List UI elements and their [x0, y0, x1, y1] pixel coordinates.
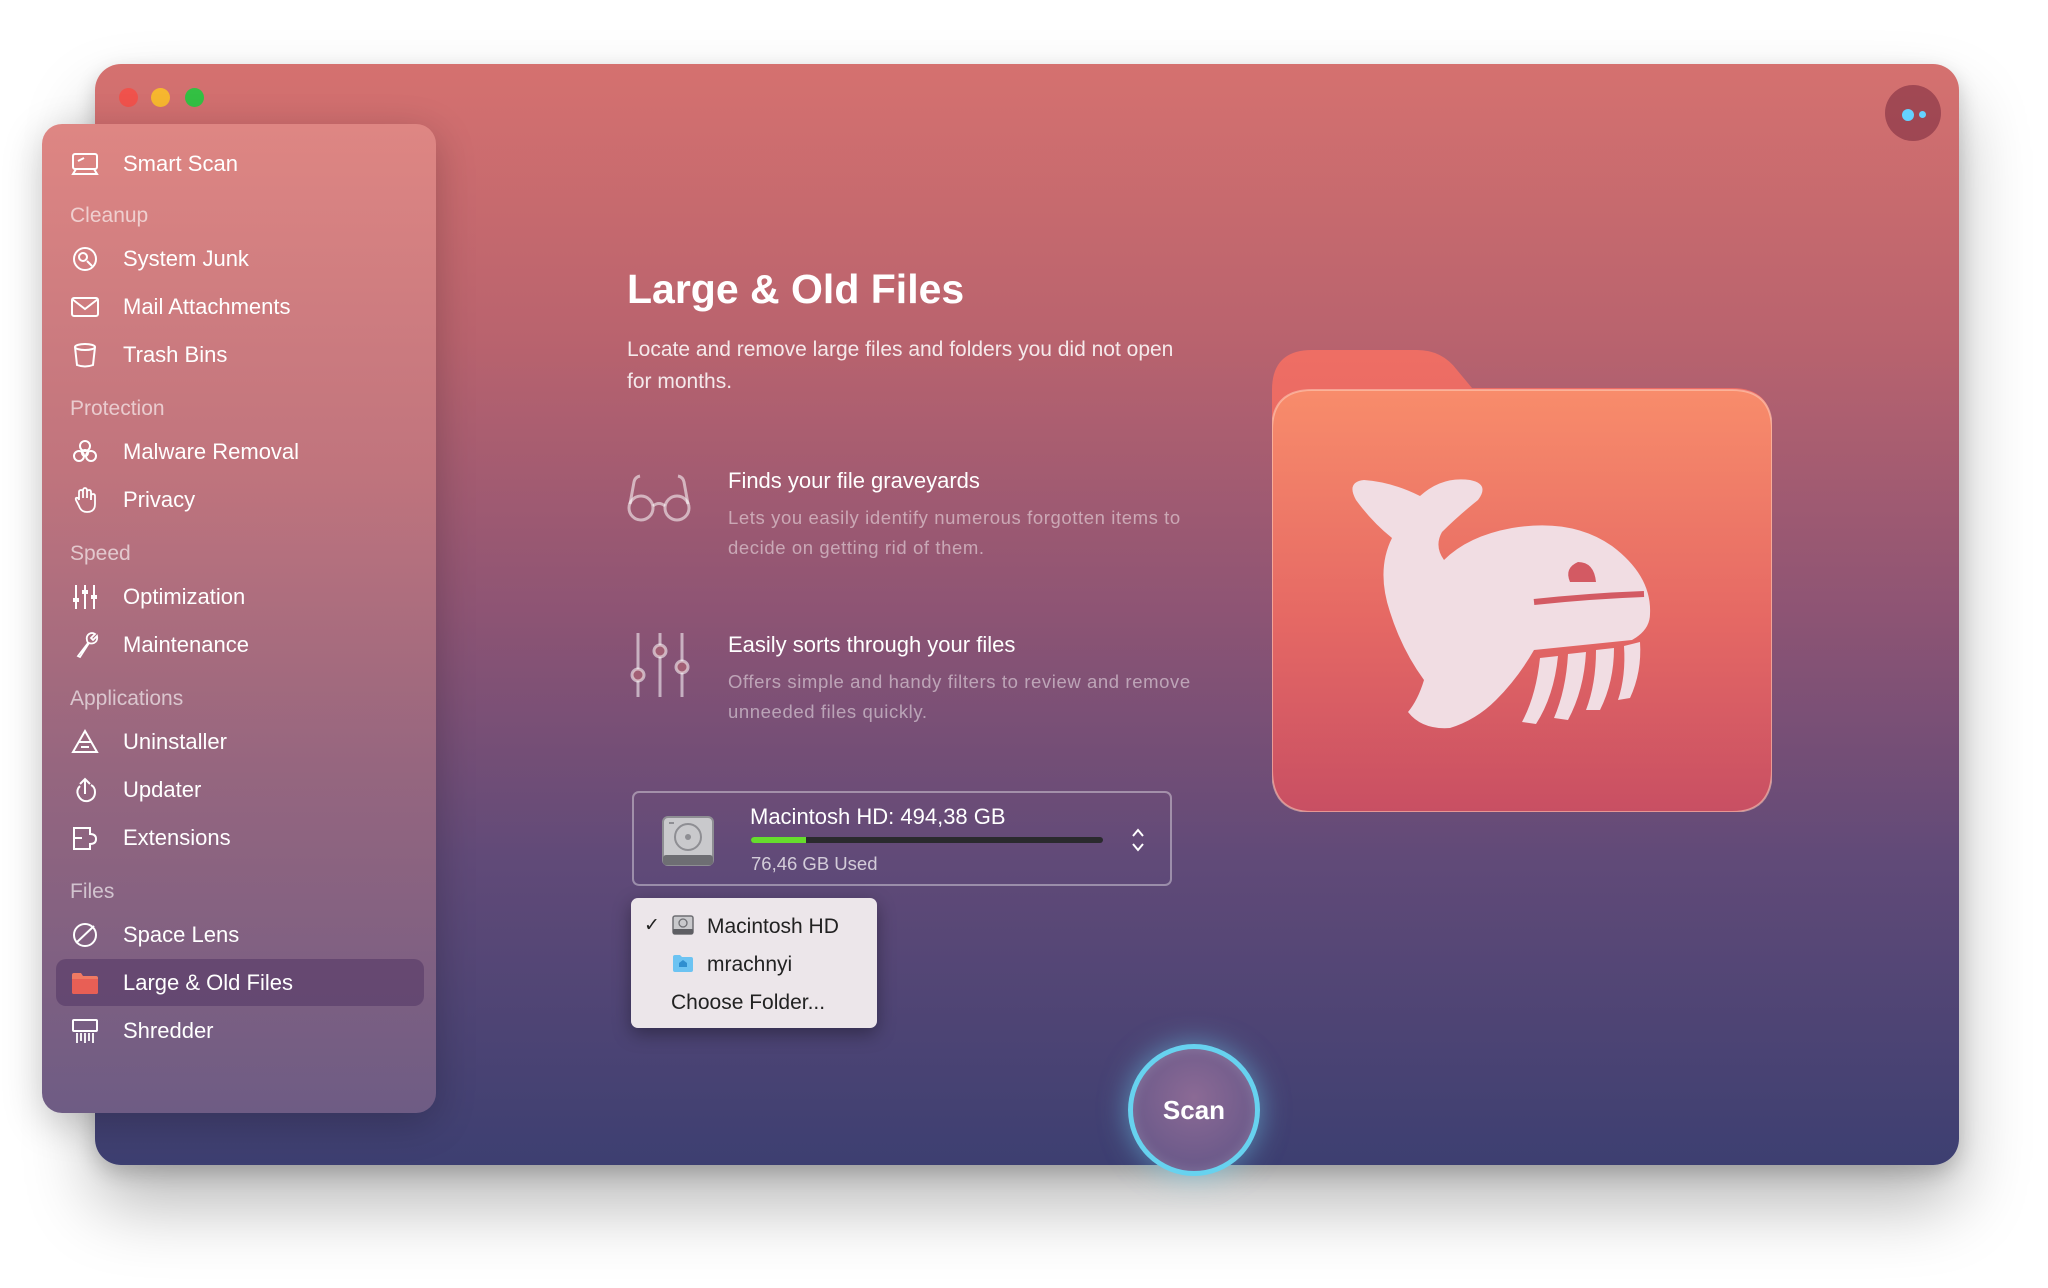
- space-lens-icon: [73, 923, 97, 947]
- menu-item-label: mrachnyi: [707, 953, 793, 976]
- assistant-dot-small-icon: [1919, 111, 1926, 118]
- scan-button-label: Scan: [1162, 1094, 1226, 1125]
- system-junk-icon: [73, 247, 97, 271]
- folder-icon: [72, 973, 98, 994]
- trash-bin-icon: [74, 343, 96, 368]
- biohazard-icon: [73, 440, 97, 462]
- sidebar: Smart Scan Cleanup System Junk Mail Atta…: [42, 124, 436, 1113]
- scan-button[interactable]: Scan: [1128, 1044, 1260, 1176]
- disk-usage-fill: [751, 837, 806, 843]
- hard-drive-icon: [672, 915, 694, 935]
- sidebar-item-label: Updater: [123, 777, 202, 802]
- sidebar-item-label: Space Lens: [123, 922, 240, 947]
- sidebar-item-label: Shredder: [123, 1018, 214, 1043]
- zoom-window-button[interactable]: [185, 88, 204, 107]
- page-title: Large & Old Files: [627, 266, 965, 312]
- sidebar-item-label: Maintenance: [123, 632, 249, 657]
- sidebar-item-updater[interactable]: Updater: [56, 766, 424, 813]
- sliders-icon: [73, 585, 97, 609]
- checkmark-icon: ✓: [644, 915, 660, 936]
- page-subtitle: Locate and remove large files and folder…: [627, 338, 1174, 393]
- sidebar-item-label: System Junk: [123, 246, 249, 271]
- disk-usage-bar: [751, 837, 1103, 843]
- sidebar-item-label: Large & Old Files: [123, 970, 293, 995]
- sidebar-item-label: Extensions: [123, 825, 231, 850]
- sidebar-item-privacy[interactable]: Privacy: [56, 476, 424, 523]
- sidebar-item-large-old-files[interactable]: Large & Old Files: [56, 959, 424, 1006]
- hand-icon: [74, 487, 96, 513]
- close-window-button[interactable]: [119, 88, 138, 107]
- feature-title: Finds your file graveyards: [728, 468, 980, 493]
- sidebar-item-label: Trash Bins: [123, 342, 228, 367]
- disk-used-text: 76,46 GB Used: [751, 853, 878, 874]
- section-title-files: Files: [70, 880, 115, 903]
- glasses-icon: [627, 474, 691, 522]
- wrench-icon: [76, 632, 99, 659]
- updater-icon: [76, 777, 97, 803]
- disk-selector[interactable]: Macintosh HD: 494,38 GB 76,46 GB Used: [632, 791, 1172, 886]
- sidebar-item-malware-removal[interactable]: Malware Removal: [56, 428, 424, 475]
- sidebar-item-mail-attachments[interactable]: Mail Attachments: [56, 283, 424, 330]
- uninstaller-icon: [71, 728, 99, 753]
- sidebar-item-shredder[interactable]: Shredder: [56, 1007, 424, 1054]
- sidebar-item-label: Optimization: [123, 584, 246, 609]
- envelope-icon: [71, 297, 99, 317]
- chevron-up-down-icon[interactable]: [1130, 825, 1146, 855]
- menu-item-mrachnyi[interactable]: mrachnyi: [631, 945, 877, 981]
- monitor-icon: [71, 153, 99, 175]
- assistant-dot-icon: [1902, 109, 1914, 121]
- sidebar-item-extensions[interactable]: Extensions: [56, 814, 424, 861]
- whale-folder-illustration: [1272, 350, 1772, 812]
- section-title-applications: Applications: [70, 687, 184, 710]
- location-dropdown-menu: ✓ Macintosh HD mrachnyi Choose Folder...: [631, 898, 877, 1028]
- sidebar-item-optimization[interactable]: Optimization: [56, 573, 424, 620]
- section-title-protection: Protection: [70, 397, 165, 420]
- sidebar-item-trash-bins[interactable]: Trash Bins: [56, 331, 424, 378]
- home-folder-icon: [673, 955, 693, 972]
- shredder-icon: [72, 1019, 98, 1043]
- feature-description: Lets you easily identify numerous forgot…: [728, 507, 1181, 558]
- sidebar-item-label: Privacy: [123, 487, 196, 512]
- feature-description: Offers simple and handy filters to revie…: [728, 671, 1191, 722]
- assistant-button[interactable]: [1885, 85, 1941, 141]
- disk-name: Macintosh HD: 494,38 GB: [750, 804, 1006, 829]
- sidebar-item-uninstaller[interactable]: Uninstaller: [56, 718, 424, 765]
- sidebar-item-space-lens[interactable]: Space Lens: [56, 911, 424, 958]
- sidebar-item-smart-scan[interactable]: Smart Scan: [56, 140, 424, 187]
- sidebar-item-label: Uninstaller: [123, 729, 227, 754]
- minimize-window-button[interactable]: [151, 88, 170, 107]
- menu-item-label: Macintosh HD: [707, 915, 839, 938]
- sidebar-item-label: Malware Removal: [123, 439, 300, 464]
- sidebar-item-label: Mail Attachments: [123, 294, 291, 319]
- sidebar-item-label: Smart Scan: [123, 151, 238, 176]
- sidebar-item-maintenance[interactable]: Maintenance: [56, 621, 424, 668]
- hard-drive-icon: [662, 816, 714, 866]
- section-title-speed: Speed: [70, 542, 131, 565]
- sliders-icon: [630, 633, 690, 697]
- extensions-icon: [73, 827, 98, 850]
- feature-title: Easily sorts through your files: [728, 632, 1016, 657]
- menu-item-choose-folder[interactable]: Choose Folder...: [631, 983, 877, 1019]
- menu-item-macintosh-hd[interactable]: ✓ Macintosh HD: [631, 907, 877, 943]
- menu-item-label: Choose Folder...: [671, 991, 826, 1014]
- sidebar-item-system-junk[interactable]: System Junk: [56, 235, 424, 282]
- section-title-cleanup: Cleanup: [70, 204, 149, 227]
